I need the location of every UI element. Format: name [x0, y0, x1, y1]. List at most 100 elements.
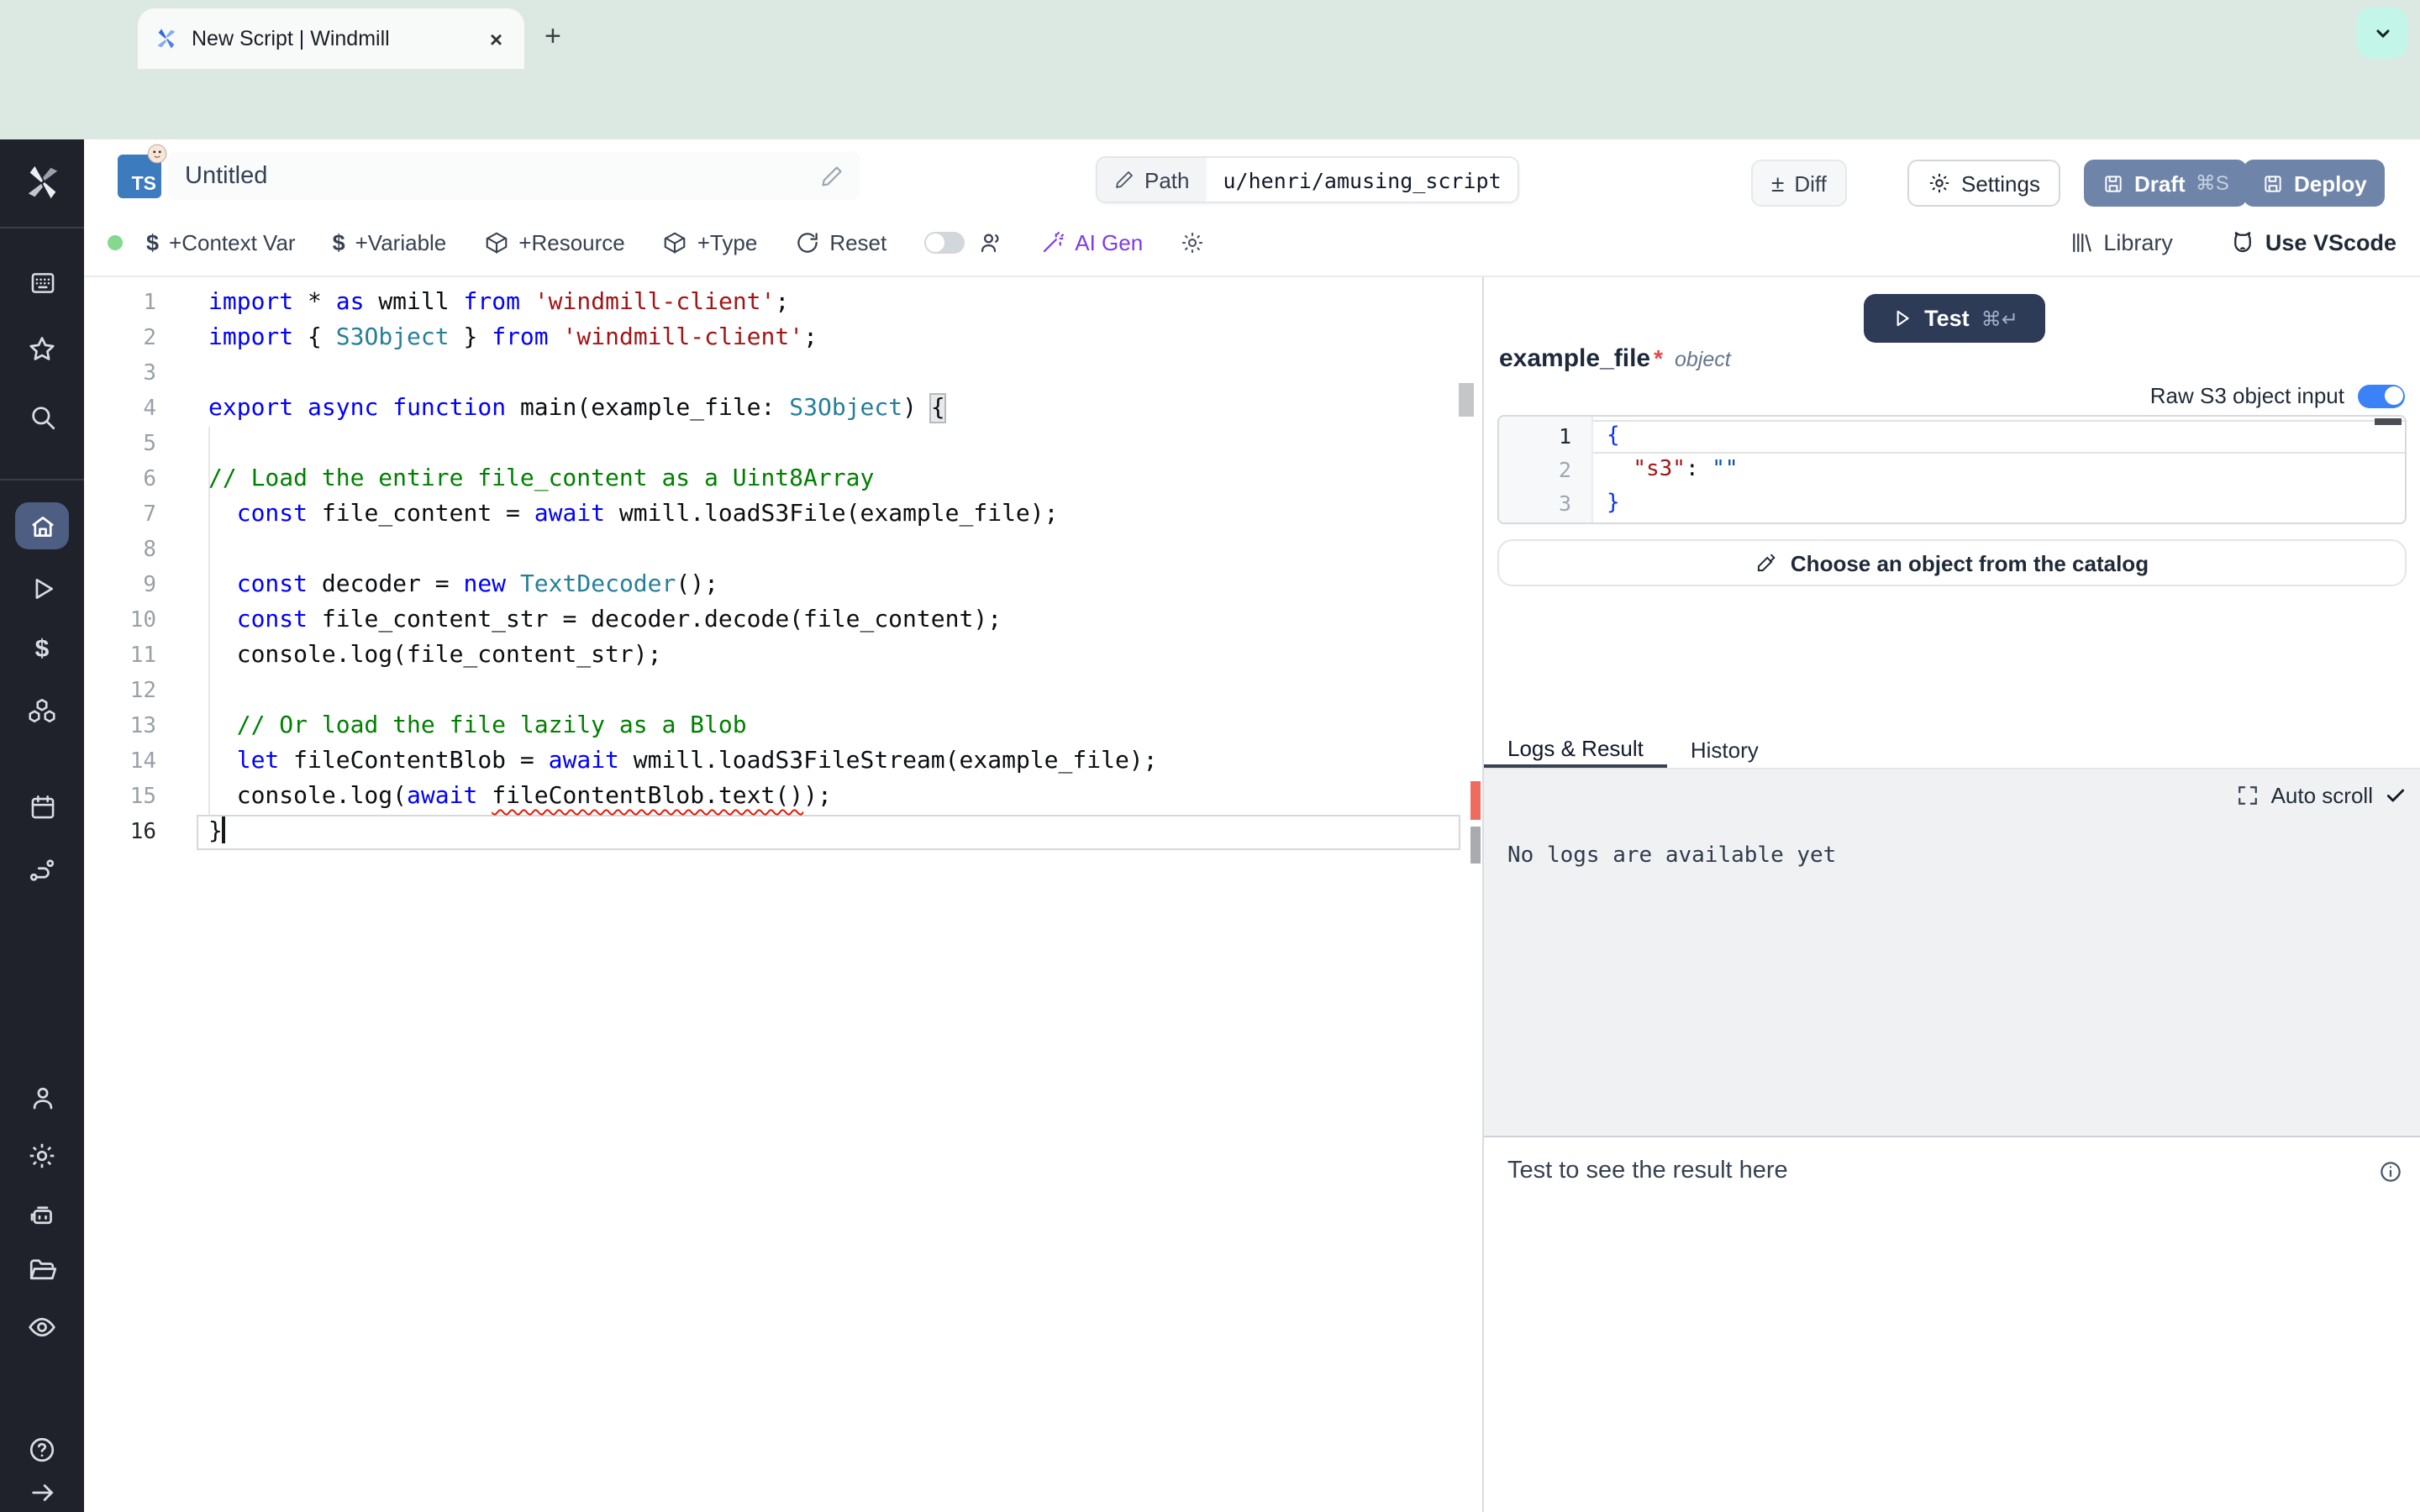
sidebar-item-audit-eye[interactable]: [0, 1312, 84, 1342]
edit-pencil-icon[interactable]: [820, 164, 844, 187]
add-variable-button[interactable]: $ +Variable: [333, 229, 447, 255]
line-number[interactable]: 2: [1499, 454, 1591, 487]
line-number[interactable]: 3: [84, 356, 156, 391]
code-line[interactable]: [208, 356, 1158, 391]
line-number[interactable]: 8: [84, 533, 156, 568]
editor-scrollbar[interactable]: [1459, 383, 1474, 417]
line-number[interactable]: 12: [84, 674, 156, 709]
line-number[interactable]: 3: [1499, 487, 1591, 521]
code-line[interactable]: export async function main(example_file:…: [208, 391, 1158, 427]
line-number[interactable]: 5: [84, 427, 156, 462]
code-line[interactable]: }: [208, 815, 1158, 850]
line-number[interactable]: 11: [84, 638, 156, 674]
sidebar-item-folders[interactable]: [0, 1255, 84, 1285]
line-number[interactable]: 2: [84, 321, 156, 356]
script-path-widget[interactable]: Path u/henri/amusing_script: [1096, 156, 1520, 203]
code-line[interactable]: }: [1607, 487, 1739, 521]
code-line[interactable]: console.log(file_content_str);: [208, 638, 1158, 674]
sidebar-item-workers-robot[interactable]: [0, 1200, 84, 1230]
code-editor[interactable]: 12345678910111213141516 import * as wmil…: [84, 277, 1482, 1512]
choose-object-button[interactable]: Choose an object from the catalog: [1497, 539, 2407, 586]
json-scrollbar-nub[interactable]: [2375, 418, 2402, 425]
sidebar-item-resources-cubes[interactable]: [0, 696, 84, 726]
code-line[interactable]: "s3": "": [1607, 454, 1739, 487]
token-str: 'windmill-client': [534, 289, 776, 316]
line-number[interactable]: 13: [84, 709, 156, 744]
new-tab-icon[interactable]: +: [544, 20, 561, 54]
token-kw: await: [549, 748, 619, 774]
sidebar-item-user[interactable]: [0, 1084, 84, 1112]
tab-history[interactable]: History: [1667, 731, 1782, 768]
add-type-button[interactable]: +Type: [662, 229, 758, 255]
json-editor-gutter[interactable]: 123: [1499, 417, 1593, 522]
assistant-toggle[interactable]: [923, 231, 964, 253]
code-line[interactable]: // Load the entire file_content as a Uin…: [208, 462, 1158, 497]
line-number[interactable]: 1: [84, 286, 156, 321]
add-context-var-button[interactable]: $ +Context Var: [146, 229, 296, 255]
code-line[interactable]: [208, 427, 1158, 462]
sidebar-item-settings-gear[interactable]: [0, 1141, 84, 1171]
multiplayer-users-icon[interactable]: [977, 229, 1002, 255]
sidebar-item-search[interactable]: [0, 403, 84, 432]
code-line[interactable]: const file_content_str = decoder.decode(…: [208, 603, 1158, 638]
token-pl: main(example_file:: [506, 395, 789, 422]
ai-gen-button[interactable]: AI Gen: [1039, 229, 1143, 255]
code-line[interactable]: [208, 533, 1158, 568]
line-number[interactable]: 14: [84, 744, 156, 780]
code-line[interactable]: // Or load the file lazily as a Blob: [208, 709, 1158, 744]
sidebar-divider: [0, 227, 84, 228]
add-resource-button[interactable]: +Resource: [483, 229, 624, 255]
diff-button[interactable]: ± Diff: [1751, 160, 1847, 207]
editor-settings-gear-icon[interactable]: [1180, 229, 1205, 255]
use-vscode-button[interactable]: Use VScode: [2230, 229, 2396, 255]
s3-json-editor[interactable]: 123 { "s3": ""}: [1497, 415, 2407, 524]
sidebar-item-flows-route[interactable]: [0, 855, 84, 885]
tab-logs-result[interactable]: Logs & Result: [1484, 731, 1667, 768]
token-pl: ;: [803, 324, 818, 351]
line-number[interactable]: 7: [84, 497, 156, 533]
windmill-logo[interactable]: [0, 163, 84, 202]
deploy-button[interactable]: Deploy: [2244, 160, 2386, 207]
sidebar-item-variables-dollar[interactable]: $: [0, 635, 84, 664]
line-number[interactable]: 15: [84, 780, 156, 815]
code-line[interactable]: let fileContentBlob = await wmill.loadS3…: [208, 744, 1158, 780]
line-number[interactable]: 4: [84, 391, 156, 427]
editor-gutter[interactable]: 12345678910111213141516: [84, 286, 156, 850]
line-number[interactable]: 16: [84, 815, 156, 850]
line-number[interactable]: 9: [84, 568, 156, 603]
code-line[interactable]: const decoder = new TextDecoder();: [208, 568, 1158, 603]
sidebar-item-runs-play[interactable]: [0, 575, 84, 603]
reset-button[interactable]: Reset: [794, 229, 886, 255]
line-number[interactable]: 1: [1499, 420, 1591, 454]
library-button[interactable]: Library: [2068, 229, 2173, 255]
code-line[interactable]: [208, 674, 1158, 709]
sidebar-item-home[interactable]: [0, 512, 84, 541]
sidebar-collapse-arrow[interactable]: [0, 1478, 84, 1507]
settings-button[interactable]: Settings: [1907, 160, 2060, 207]
test-shortcut: ⌘↵: [1981, 307, 2018, 330]
raw-s3-toggle[interactable]: [2358, 384, 2405, 407]
code-line[interactable]: const file_content = await wmill.loadS3F…: [208, 497, 1158, 533]
code-line[interactable]: {: [1607, 420, 1739, 454]
sidebar-item-workspace[interactable]: [0, 269, 84, 297]
token-pl: wmill.loadS3FileStream(example_file);: [619, 748, 1158, 774]
line-number[interactable]: 10: [84, 603, 156, 638]
close-tab-icon[interactable]: ×: [485, 26, 508, 51]
sidebar-item-schedules-calendar[interactable]: [0, 793, 84, 822]
editor-code-lines[interactable]: import * as wmill from 'windmill-client'…: [208, 286, 1158, 850]
test-button[interactable]: Test ⌘↵: [1864, 294, 2045, 343]
sidebar-item-help[interactable]: [0, 1435, 84, 1465]
script-summary-input[interactable]: Untitled: [168, 151, 860, 200]
draft-button[interactable]: Draft ⌘S: [2084, 160, 2248, 207]
code-line[interactable]: import { S3Object } from 'windmill-clien…: [208, 321, 1158, 356]
tab-search-chevron-button[interactable]: [2356, 7, 2408, 59]
line-number[interactable]: 6: [84, 462, 156, 497]
sidebar-item-favorites-star[interactable]: [0, 334, 84, 365]
json-editor-lines[interactable]: { "s3": ""}: [1607, 420, 1739, 521]
browser-tab[interactable]: New Script | Windmill ×: [138, 8, 524, 69]
info-icon[interactable]: [2378, 1159, 2403, 1184]
auto-scroll-control[interactable]: Auto scroll: [2238, 783, 2407, 808]
toggle-knob: [2384, 386, 2402, 405]
code-line[interactable]: import * as wmill from 'windmill-client'…: [208, 286, 1158, 321]
code-line[interactable]: console.log(await fileContentBlob.text()…: [208, 780, 1158, 815]
